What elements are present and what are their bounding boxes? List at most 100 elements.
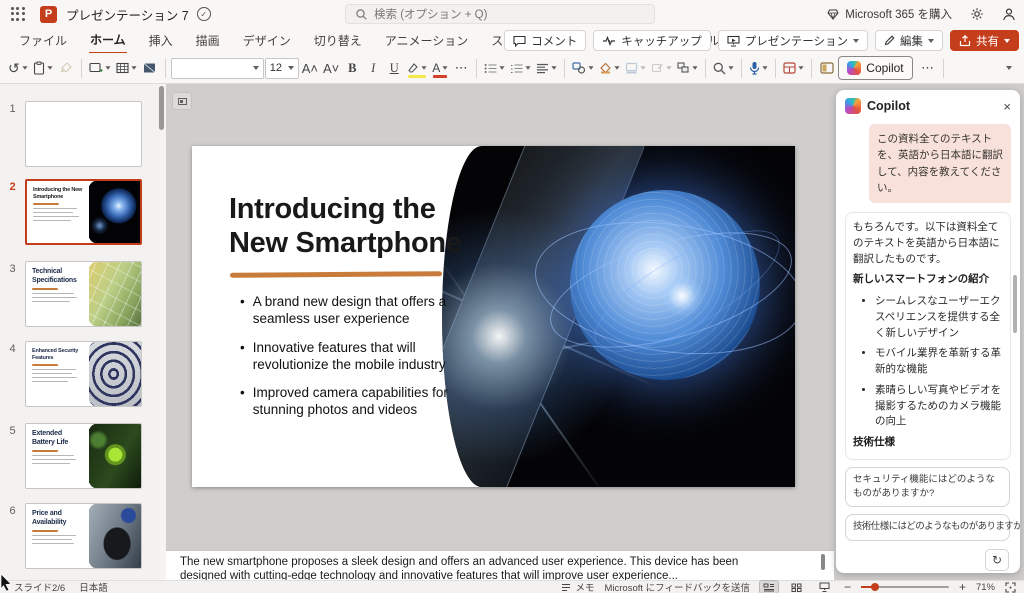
thumbnail-slide-2[interactable]: 2 Introducing the New Smartphone xyxy=(0,179,160,245)
more-commands-button[interactable]: ⋯ xyxy=(918,56,938,80)
numbering-dropdown-icon[interactable] xyxy=(526,66,531,69)
settings-gear-icon[interactable] xyxy=(970,7,984,21)
dictate-button[interactable] xyxy=(747,56,770,80)
app-launcher-icon[interactable] xyxy=(10,6,26,22)
speaker-notes[interactable]: The new smartphone proposes a sleek desi… xyxy=(166,550,834,580)
suggestion-chip-1[interactable]: セキュリティ機能にはどのようなものがありますか? xyxy=(845,467,1010,508)
tab-home[interactable]: ホーム xyxy=(89,27,127,54)
paste-button[interactable] xyxy=(31,56,55,80)
thumbnail-3-preview[interactable]: Technical Specifications xyxy=(25,261,142,327)
thumbnail-slide-1[interactable]: 1 xyxy=(0,101,160,167)
designer-button[interactable] xyxy=(781,56,806,80)
notes-toggle-button[interactable]: メモ xyxy=(561,580,594,593)
grow-font-button[interactable]: A˄ xyxy=(300,56,320,80)
account-person-icon[interactable] xyxy=(1002,7,1016,21)
slideshow-view-button[interactable] xyxy=(816,581,834,593)
format-painter-button[interactable] xyxy=(56,56,76,80)
present-button[interactable]: プレゼンテーション xyxy=(718,30,868,51)
zoom-out-button[interactable]: − xyxy=(844,580,851,593)
thumbnail-slide-3[interactable]: 3 Technical Specifications xyxy=(0,261,160,327)
edit-shape-dropdown-icon[interactable] xyxy=(667,66,672,69)
catch-up-button[interactable]: キャッチアップ xyxy=(593,30,711,51)
align-dropdown-icon[interactable] xyxy=(552,66,557,69)
layout-button[interactable] xyxy=(140,56,160,80)
present-dropdown-icon[interactable] xyxy=(853,39,859,43)
edit-shape-button[interactable] xyxy=(649,56,674,80)
new-slide-dropdown-icon[interactable] xyxy=(105,66,110,69)
zoom-in-button[interactable]: + xyxy=(959,580,966,593)
thumbnail-slide-4[interactable]: 4 Enhanced Security Features xyxy=(0,341,160,407)
document-title[interactable]: プレゼンテーション 7 xyxy=(66,5,189,24)
arrange-dropdown-icon[interactable] xyxy=(693,66,698,69)
bullets-dropdown-icon[interactable] xyxy=(500,66,505,69)
close-icon[interactable]: × xyxy=(1003,100,1011,113)
slide-title[interactable]: Introducing the New Smartphone xyxy=(229,192,462,260)
find-button[interactable] xyxy=(711,56,736,80)
font-name-select[interactable] xyxy=(171,58,264,79)
font-size-select[interactable]: 12 xyxy=(265,58,299,79)
zoom-level[interactable]: 71% xyxy=(976,582,995,593)
current-slide[interactable]: Introducing the New Smartphone •A brand … xyxy=(192,146,795,487)
dictate-dropdown-icon[interactable] xyxy=(763,66,768,69)
designer-dropdown-icon[interactable] xyxy=(799,66,804,69)
powerpoint-logo-icon[interactable]: P xyxy=(40,6,57,23)
thumbnail-5-preview[interactable]: Extended Battery Life xyxy=(25,423,142,489)
font-color-dropdown-icon[interactable] xyxy=(443,66,448,69)
bold-button[interactable]: B xyxy=(342,56,362,80)
zoom-slider-knob[interactable] xyxy=(871,583,879,591)
thumbnail-4-preview[interactable]: Enhanced Security Features xyxy=(25,341,142,407)
table-button[interactable] xyxy=(114,56,139,80)
notes-scrollbar[interactable] xyxy=(821,554,825,570)
shrink-font-button[interactable]: A˅ xyxy=(321,56,341,80)
shape-fill-button[interactable] xyxy=(597,56,622,80)
edit-mode-button[interactable]: 編集 xyxy=(875,30,943,51)
tab-transitions[interactable]: 切り替え xyxy=(313,28,363,53)
font-color-button[interactable]: A xyxy=(430,56,450,80)
buy-microsoft365-button[interactable]: Microsoft 365 を購入 xyxy=(827,6,952,22)
collapse-thumbnails-button[interactable] xyxy=(172,92,192,110)
notes-pane-button[interactable] xyxy=(817,56,837,80)
fit-to-window-icon[interactable] xyxy=(1005,582,1016,593)
tab-draw[interactable]: 描画 xyxy=(195,28,221,53)
tab-animations[interactable]: アニメーション xyxy=(384,28,470,53)
arrange-button[interactable] xyxy=(675,56,700,80)
thumbnail-scrollbar[interactable] xyxy=(159,86,164,130)
align-button[interactable] xyxy=(534,56,559,80)
zoom-slider[interactable] xyxy=(861,586,949,588)
tab-file[interactable]: ファイル xyxy=(18,28,68,53)
feedback-link[interactable]: Microsoft にフィードバックを送信 xyxy=(604,580,749,593)
slide-body-text[interactable]: •A brand new design that offers a seamle… xyxy=(240,293,485,430)
slide-sorter-view-button[interactable] xyxy=(788,581,806,593)
shape-outline-dropdown-icon[interactable] xyxy=(641,66,646,69)
italic-button[interactable]: I xyxy=(363,56,383,80)
find-dropdown-icon[interactable] xyxy=(729,66,734,69)
shapes-button[interactable] xyxy=(570,56,596,80)
table-dropdown-icon[interactable] xyxy=(131,66,136,69)
comments-button[interactable]: コメント xyxy=(504,30,586,51)
tab-insert[interactable]: 挿入 xyxy=(148,28,174,53)
text-highlight-button[interactable] xyxy=(405,56,429,80)
copilot-scrollbar[interactable] xyxy=(1013,275,1017,333)
suggestion-chip-2[interactable]: 技術仕様にはどのようなものがありますか? xyxy=(845,514,1010,540)
ribbon-collapse-icon[interactable] xyxy=(1006,66,1012,70)
language-status[interactable]: 日本語 xyxy=(79,580,108,593)
undo-dropdown-icon[interactable] xyxy=(22,66,27,69)
search-input[interactable]: 検索 (オプション + Q) xyxy=(345,4,655,24)
shape-fill-dropdown-icon[interactable] xyxy=(615,66,620,69)
undo-button[interactable]: ↺ xyxy=(6,56,30,80)
regenerate-suggestions-button[interactable]: ↻ xyxy=(985,549,1009,571)
share-button[interactable]: 共有 xyxy=(950,30,1019,51)
underline-button[interactable]: U xyxy=(384,56,404,80)
numbering-button[interactable] xyxy=(508,56,533,80)
normal-view-button[interactable] xyxy=(760,581,778,593)
thumbnail-slide-6[interactable]: 6 Price and Availability xyxy=(0,503,160,569)
new-slide-button[interactable] xyxy=(87,56,113,80)
thumbnail-1-preview[interactable] xyxy=(25,101,142,167)
copilot-button[interactable]: Copilot xyxy=(838,56,912,80)
paste-dropdown-icon[interactable] xyxy=(47,66,52,69)
thumbnail-6-preview[interactable]: Price and Availability xyxy=(25,503,142,569)
thumbnail-slide-5[interactable]: 5 Extended Battery Life xyxy=(0,423,160,489)
thumbnail-2-preview[interactable]: Introducing the New Smartphone xyxy=(25,179,142,245)
tab-design[interactable]: デザイン xyxy=(242,28,292,53)
bullets-button[interactable] xyxy=(482,56,507,80)
